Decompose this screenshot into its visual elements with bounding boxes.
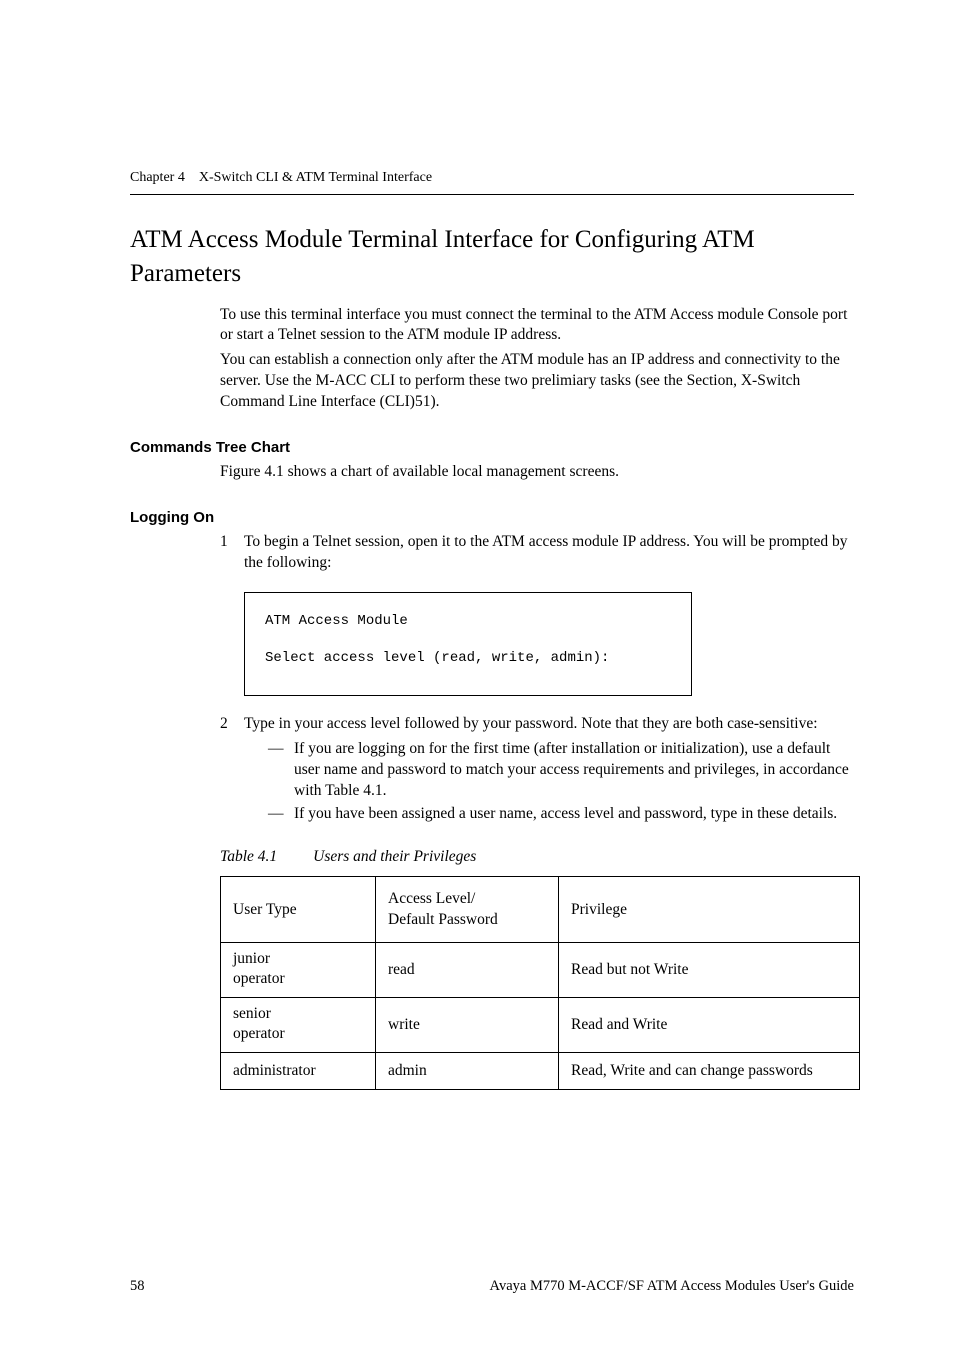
- page-number: 58: [130, 1278, 145, 1295]
- step-text: To begin a Telnet session, open it to th…: [244, 532, 854, 574]
- intro-paragraph-2: You can establish a connection only afte…: [220, 350, 854, 413]
- cell-privilege: Read and Write: [559, 998, 860, 1053]
- cell-privilege: Read but not Write: [559, 942, 860, 997]
- cell-user-type: administrator: [221, 1053, 376, 1090]
- step-text: Type in your access level followed by yo…: [244, 714, 854, 827]
- commands-tree-text: Figure 4.1 shows a chart of available lo…: [220, 462, 854, 483]
- dash-icon: —: [268, 739, 294, 760]
- step-list: 1 To begin a Telnet session, open it to …: [220, 532, 854, 574]
- cell-access-level: read: [376, 942, 559, 997]
- logging-on-heading: Logging On: [130, 509, 854, 526]
- bullet-text: If you have been assigned a user name, a…: [294, 804, 854, 825]
- table-header-row: User Type Access Level/ Default Password…: [221, 877, 860, 942]
- terminal-output: ATM Access Module Select access level (r…: [244, 592, 692, 696]
- cell-privilege: Read, Write and can change passwords: [559, 1053, 860, 1090]
- step-1: 1 To begin a Telnet session, open it to …: [220, 532, 854, 574]
- bullet-list: — If you are logging on for the first ti…: [244, 739, 854, 825]
- doc-title: Avaya M770 M-ACCF/SF ATM Access Modules …: [490, 1278, 854, 1295]
- table-label: Table 4.1: [220, 848, 277, 865]
- cell-user-type: senior operator: [221, 998, 376, 1053]
- table-row: administrator admin Read, Write and can …: [221, 1053, 860, 1090]
- table-caption: Table 4.1 Users and their Privileges: [220, 848, 854, 866]
- terminal-line-2: Select access level (read, write, admin)…: [265, 648, 671, 669]
- step-list-continued: 2 Type in your access level followed by …: [220, 714, 854, 827]
- dash-icon: —: [268, 804, 294, 825]
- cell-access-level: admin: [376, 1053, 559, 1090]
- page-footer: 58 Avaya M770 M-ACCF/SF ATM Access Modul…: [130, 1278, 854, 1295]
- commands-tree-body: Figure 4.1 shows a chart of available lo…: [220, 462, 854, 483]
- running-header: Chapter 4 X-Switch CLI & ATM Terminal In…: [130, 170, 854, 195]
- commands-tree-heading: Commands Tree Chart: [130, 439, 854, 456]
- cell-user-type: junior operator: [221, 942, 376, 997]
- privileges-table: User Type Access Level/ Default Password…: [220, 876, 860, 1090]
- intro-paragraph-1: To use this terminal interface you must …: [220, 305, 854, 347]
- bullet-item: — If you are logging on for the first ti…: [268, 739, 854, 802]
- cell-access-level: write: [376, 998, 559, 1053]
- table-caption-text: Users and their Privileges: [313, 848, 476, 865]
- chapter-label: Chapter 4: [130, 170, 185, 185]
- table-row: junior operator read Read but not Write: [221, 942, 860, 997]
- chapter-title: X-Switch CLI & ATM Terminal Interface: [199, 170, 432, 185]
- table-row: senior operator write Read and Write: [221, 998, 860, 1053]
- step-number: 2: [220, 714, 244, 735]
- col-access-level: Access Level/ Default Password: [376, 877, 559, 942]
- bullet-item: — If you have been assigned a user name,…: [268, 804, 854, 825]
- terminal-line-1: ATM Access Module: [265, 611, 671, 632]
- intro-block: To use this terminal interface you must …: [220, 305, 854, 414]
- col-privilege: Privilege: [559, 877, 860, 942]
- step-2: 2 Type in your access level followed by …: [220, 714, 854, 827]
- step-number: 1: [220, 532, 244, 553]
- bullet-text: If you are logging on for the first time…: [294, 739, 854, 802]
- section-title: ATM Access Module Terminal Interface for…: [130, 223, 854, 291]
- col-user-type: User Type: [221, 877, 376, 942]
